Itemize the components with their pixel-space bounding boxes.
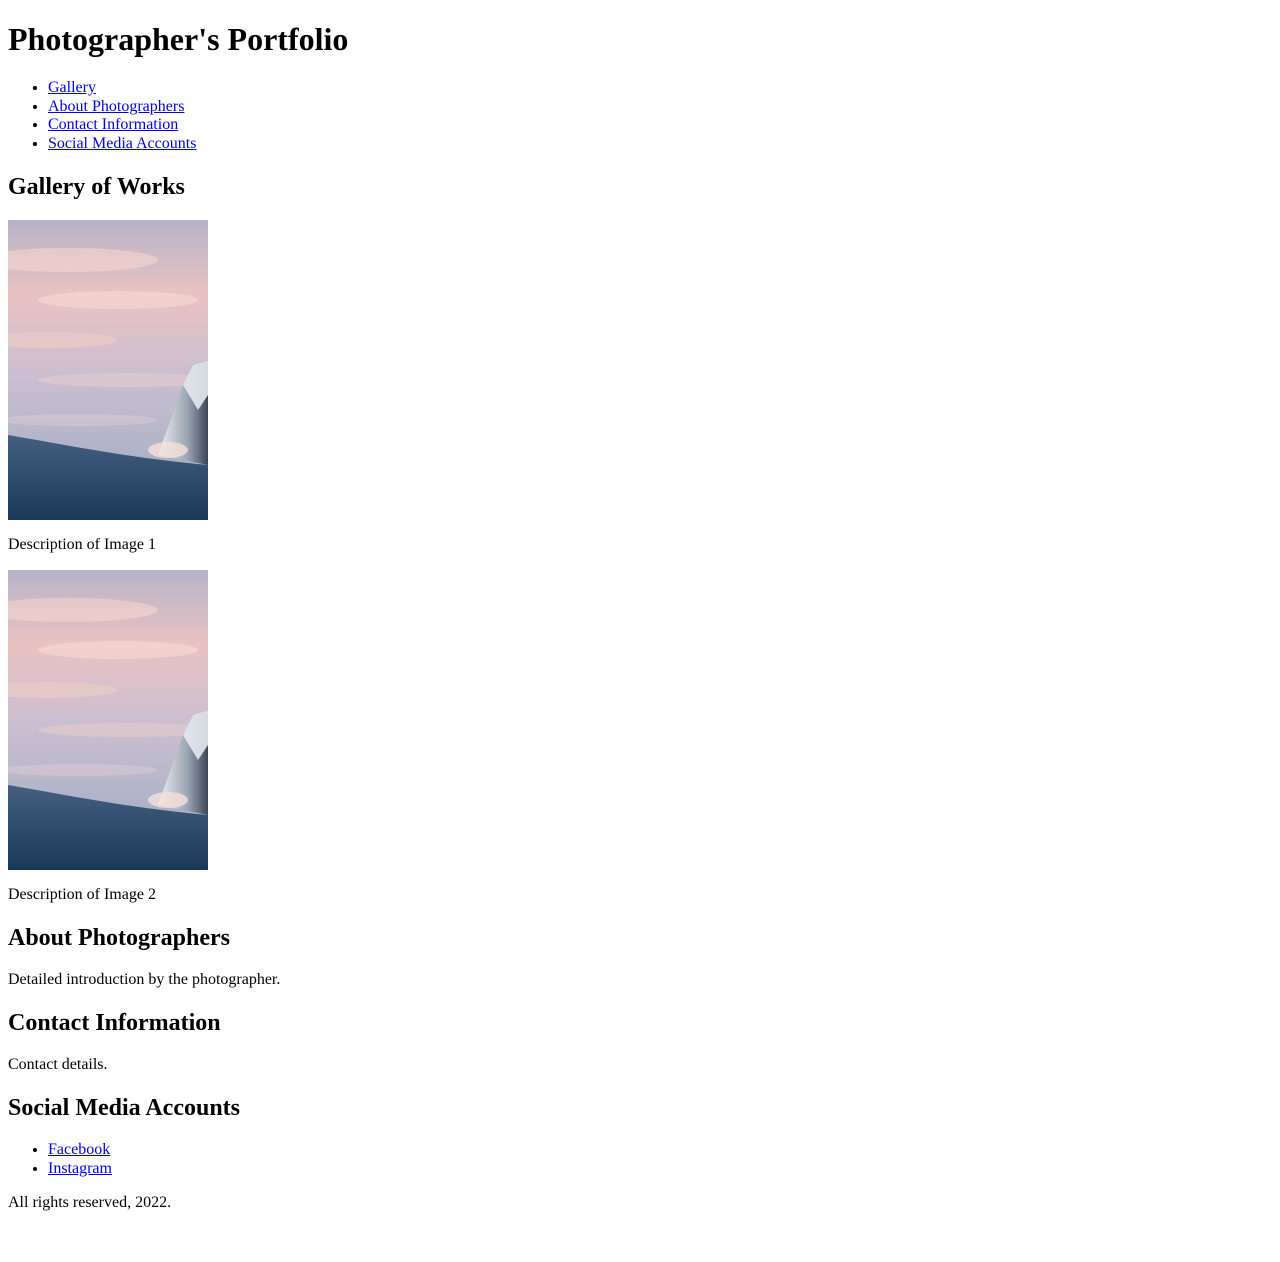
nav-item: Contact Information xyxy=(48,116,1272,135)
page: Photographer's Portfolio Gallery About P… xyxy=(0,21,1280,1212)
instagram-link[interactable]: Instagram xyxy=(48,1160,112,1177)
gallery-heading: Gallery of Works xyxy=(8,174,185,200)
social-item: Facebook xyxy=(48,1141,1272,1160)
nav-item: Gallery xyxy=(48,79,1272,98)
nav-item: About Photographers xyxy=(48,98,1272,117)
social-list: Facebook Instagram xyxy=(8,1141,1272,1178)
about-section: About Photographers Detailed introductio… xyxy=(8,924,1272,989)
site-footer: All rights reserved, 2022. xyxy=(8,1194,1272,1212)
nav-link-about[interactable]: About Photographers xyxy=(48,98,184,115)
nav-item: Social Media Accounts xyxy=(48,135,1272,154)
contact-heading: Contact Information xyxy=(8,1010,221,1036)
social-section: Social Media Accounts Facebook Instagram xyxy=(8,1094,1272,1178)
nav-link-social[interactable]: Social Media Accounts xyxy=(48,135,196,152)
nav-list: Gallery About Photographers Contact Info… xyxy=(8,79,1272,153)
about-heading: About Photographers xyxy=(8,925,231,951)
facebook-link[interactable]: Facebook xyxy=(48,1141,110,1158)
contact-text: Contact details. xyxy=(8,1056,108,1073)
contact-section: Contact Information Contact details. xyxy=(8,1009,1272,1074)
gallery-image-1 xyxy=(8,220,208,520)
gallery-description: Description of Image 1 xyxy=(8,536,156,553)
social-item: Instagram xyxy=(48,1160,1272,1179)
about-text: Detailed introduction by the photographe… xyxy=(8,971,281,988)
gallery-item: Description of Image 2 xyxy=(8,570,1272,904)
nav-link-gallery[interactable]: Gallery xyxy=(48,79,96,96)
site-header: Photographer's Portfolio xyxy=(8,21,1272,58)
gallery-item: Description of Image 1 xyxy=(8,220,1272,554)
footer-text: All rights reserved, 2022. xyxy=(8,1194,172,1211)
nav-link-contact[interactable]: Contact Information xyxy=(48,116,178,133)
gallery-image-2 xyxy=(8,570,208,870)
gallery-description: Description of Image 2 xyxy=(8,886,156,903)
gallery-section: Gallery of Works Description of Image 1 … xyxy=(8,173,1272,904)
social-heading: Social Media Accounts xyxy=(8,1095,240,1121)
page-title: Photographer's Portfolio xyxy=(8,21,349,57)
main-nav: Gallery About Photographers Contact Info… xyxy=(8,79,1272,153)
